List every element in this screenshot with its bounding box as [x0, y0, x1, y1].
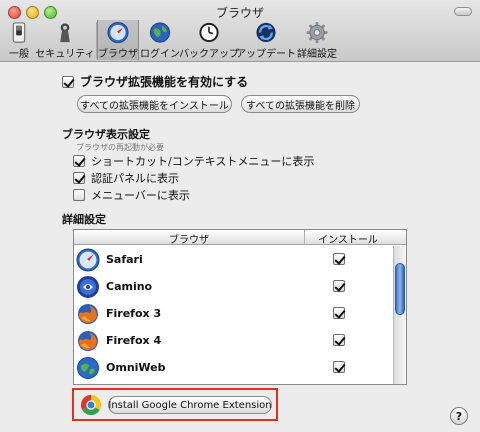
scrollbar-thumb[interactable]: [395, 263, 405, 315]
gear-icon: [306, 21, 328, 44]
column-header-browser[interactable]: ブラウザ: [74, 231, 304, 246]
firefox-icon: [78, 331, 98, 351]
preferences-window: ブラウザ 一般 セキュリティ ブラウザ ログイン バックアップ アップデート 詳…: [0, 0, 480, 432]
advanced-settings-title: 詳細設定: [62, 213, 106, 226]
browser-name: Camino: [106, 280, 153, 293]
tab-advanced-label: 詳細設定: [297, 49, 337, 60]
restart-note: ブラウザの再起動が必要: [76, 143, 164, 152]
tab-update-label: アップデート: [236, 49, 296, 60]
option-row-shortcut: ショートカット/コンテキストメニューに表示: [73, 153, 314, 169]
table-scrollbar[interactable]: [393, 246, 406, 384]
table-row[interactable]: Firefox 3: [74, 300, 394, 327]
omniweb-icon: [77, 357, 99, 379]
table-row[interactable]: Safari: [74, 246, 394, 273]
table-body: Safari Camino Firefox 3 Firefox 4 OmniWe…: [74, 246, 394, 384]
install-chrome-extension-button[interactable]: Install Google Chrome Extension: [108, 396, 272, 414]
toolbar-toggle-button[interactable]: [454, 7, 472, 16]
help-button[interactable]: ?: [450, 407, 468, 425]
table-row[interactable]: OmniWeb: [74, 354, 394, 381]
globe-icon: [149, 22, 171, 43]
sync-icon: [256, 22, 276, 43]
tab-browser[interactable]: ブラウザ: [97, 20, 139, 60]
install-all-extensions-button[interactable]: すべての拡張機能をインストール: [77, 95, 232, 113]
clock-icon: [199, 22, 219, 43]
window-title: ブラウザ: [215, 6, 264, 20]
auth-panel-label: 認証パネルに表示: [91, 172, 179, 185]
enable-extensions-row: ブラウザ拡張機能を有効にする: [62, 73, 248, 90]
enable-extensions-checkbox[interactable]: [62, 75, 74, 88]
browser-name: OmniWeb: [106, 361, 166, 374]
auth-panel-checkbox[interactable]: [73, 172, 85, 184]
tab-security[interactable]: セキュリティ: [34, 20, 96, 60]
browser-name: Safari: [106, 253, 143, 266]
browser-table: ブラウザ インストール Safari Camino Firefox 3 Fire…: [73, 229, 407, 385]
menubar-label: メニューバーに表示: [91, 189, 190, 202]
browser-name: Firefox 4: [106, 334, 162, 347]
browser-name: Firefox 3: [106, 307, 162, 320]
browser-pane: ブラウザ拡張機能を有効にする すべての拡張機能をインストール すべての拡張機能を…: [0, 63, 480, 432]
tab-update[interactable]: アップデート: [236, 20, 296, 60]
remove-all-extensions-button[interactable]: すべての拡張機能を削除: [241, 95, 360, 113]
tab-security-label: セキュリティ: [35, 49, 95, 60]
camino-icon: [77, 276, 99, 298]
option-row-auth-panel: 認証パネルに表示: [73, 170, 179, 186]
tab-advanced[interactable]: 詳細設定: [295, 20, 339, 60]
table-header: ブラウザ インストール: [74, 230, 406, 246]
enable-extensions-label: ブラウザ拡張機能を有効にする: [80, 75, 249, 89]
install-checkbox[interactable]: [333, 307, 345, 319]
toolbar-items: 一般 セキュリティ ブラウザ ログイン バックアップ アップデート 詳細設定: [4, 20, 339, 60]
safari-icon: [76, 248, 100, 272]
compass-icon: [107, 21, 129, 44]
column-header-install[interactable]: インストール: [305, 231, 391, 246]
shortcut-menu-checkbox[interactable]: [73, 155, 85, 167]
table-row[interactable]: Firefox 4: [74, 327, 394, 354]
keyhole-icon: [60, 23, 70, 43]
tab-login[interactable]: ログイン: [139, 20, 181, 60]
install-checkbox[interactable]: [333, 280, 345, 292]
shortcut-menu-label: ショートカット/コンテキストメニューに表示: [91, 155, 315, 168]
display-settings-title: ブラウザ表示設定: [62, 128, 150, 141]
table-row[interactable]: Camino: [74, 273, 394, 300]
firefox-icon: [78, 304, 98, 324]
tab-general-label: 一般: [9, 49, 29, 60]
install-checkbox[interactable]: [333, 334, 345, 346]
tab-backup-label: バックアップ: [179, 49, 239, 60]
toolbar: ブラウザ 一般 セキュリティ ブラウザ ログイン バックアップ アップデート 詳…: [0, 0, 480, 62]
tab-general[interactable]: 一般: [4, 20, 34, 60]
chrome-icon: [80, 394, 102, 416]
tab-browser-label: ブラウザ: [98, 49, 138, 60]
install-checkbox[interactable]: [333, 253, 345, 265]
install-checkbox[interactable]: [333, 361, 345, 373]
switch-icon: [12, 22, 26, 43]
option-row-menubar: メニューバーに表示: [73, 187, 190, 203]
chrome-extension-highlight: Install Google Chrome Extension: [72, 388, 278, 421]
menubar-checkbox[interactable]: [73, 189, 85, 201]
tab-backup[interactable]: バックアップ: [179, 20, 239, 60]
tab-login-label: ログイン: [140, 49, 180, 60]
